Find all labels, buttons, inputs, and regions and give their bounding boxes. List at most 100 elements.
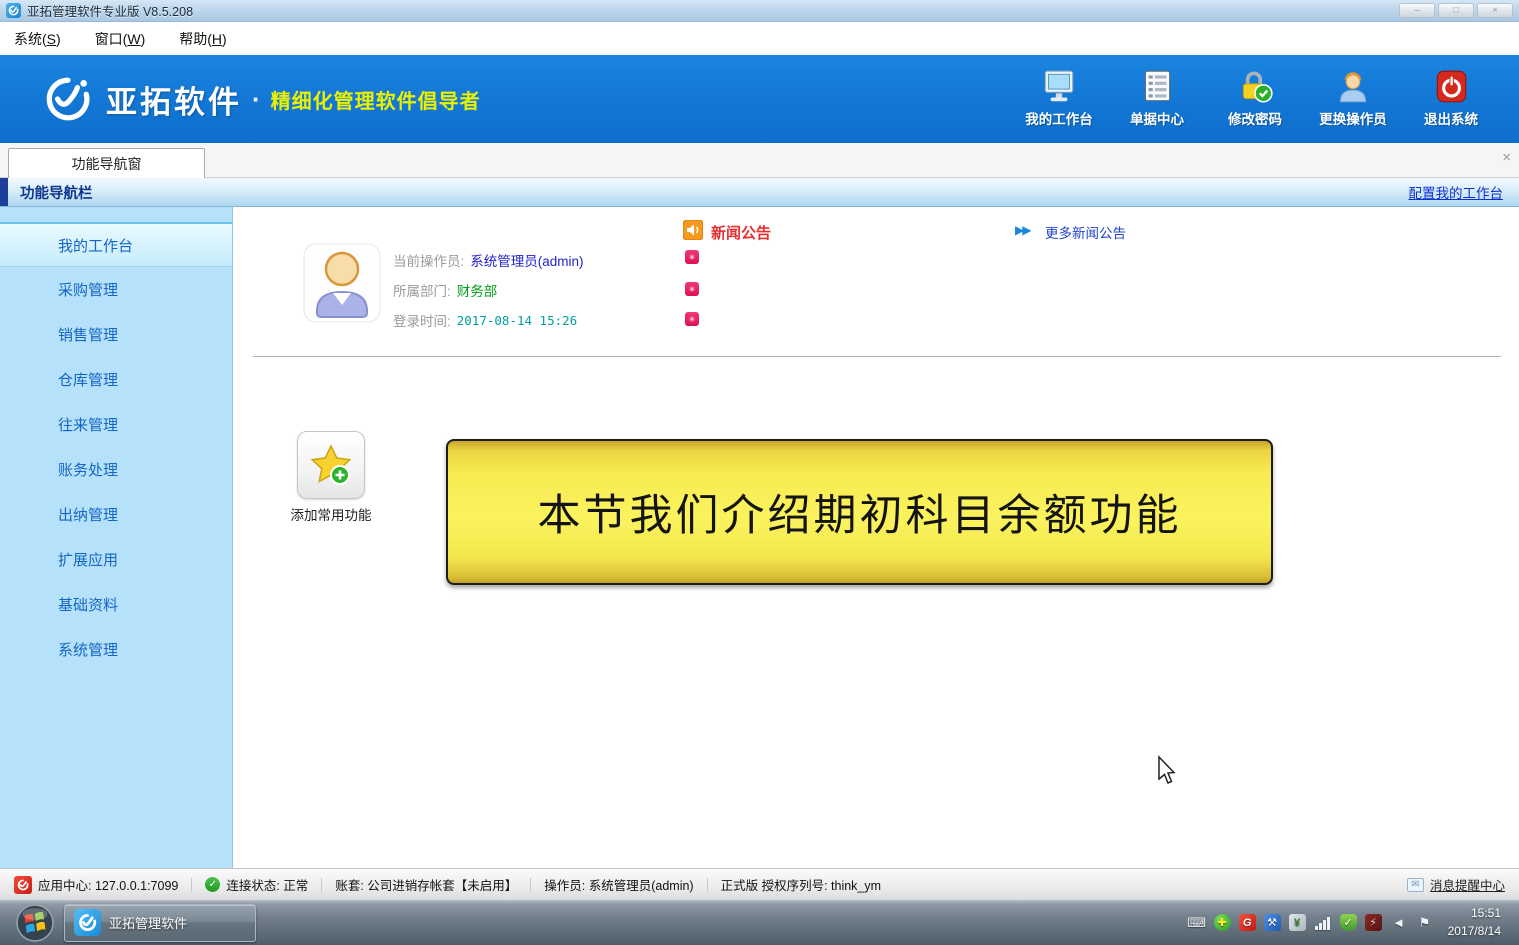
mail-icon: ✉ bbox=[1407, 878, 1424, 892]
sidebar-item-purchase[interactable]: 采购管理 bbox=[0, 267, 232, 312]
taskbar-app-label: 亚拓管理软件 bbox=[109, 913, 187, 932]
news-title: 新闻公告 bbox=[711, 222, 771, 243]
brand-block: 亚拓软件 · 精细化管理软件倡导者 bbox=[0, 75, 481, 123]
network-signal-icon[interactable] bbox=[1314, 914, 1332, 932]
menu-window[interactable]: 窗口(W) bbox=[95, 29, 146, 49]
configure-workspace-link[interactable]: 配置我的工作台 bbox=[1409, 182, 1504, 202]
sidebar-item-warehouse[interactable]: 仓库管理 bbox=[0, 357, 232, 402]
star-plus-icon bbox=[307, 441, 355, 489]
message-center-link[interactable]: 消息提醒中心 bbox=[1430, 875, 1505, 894]
tab-strip: 功能导航窗 × bbox=[0, 143, 1519, 178]
mouse-cursor bbox=[1156, 755, 1176, 785]
operator-status: 操作员: 系统管理员(admin) bbox=[544, 875, 693, 894]
add-favorite-button[interactable] bbox=[297, 431, 365, 499]
tutorial-banner: 本节我们介绍期初科目余额功能 bbox=[446, 439, 1273, 585]
login-time-value: 2017-08-14 15:26 bbox=[457, 313, 577, 328]
sidebar-item-cashier[interactable]: 出纳管理 bbox=[0, 492, 232, 537]
navigator-title: 功能导航栏 bbox=[20, 182, 93, 203]
header-toolbar: 我的工作台 单据中心 修改密码 bbox=[1017, 70, 1519, 128]
sidebar-item-sales[interactable]: 销售管理 bbox=[0, 312, 232, 357]
window-title: 亚拓管理软件专业版 V8.5.208 bbox=[27, 1, 193, 20]
sidebar-item-base-data[interactable]: 基础资料 bbox=[0, 582, 232, 627]
yatuo-tray-icon[interactable]: G bbox=[1239, 914, 1256, 931]
power-icon bbox=[1431, 70, 1471, 104]
news-item-bullet-icon: ✳ bbox=[685, 250, 699, 264]
menu-bar: 系统(S) 窗口(W) 帮助(H) bbox=[0, 22, 1519, 55]
more-news-link[interactable]: 更多新闻公告 bbox=[1045, 222, 1126, 242]
announcement-icon bbox=[683, 220, 703, 240]
department-value: 财务部 bbox=[457, 280, 498, 300]
menu-help[interactable]: 帮助(H) bbox=[179, 29, 226, 49]
double-arrow-icon: ▶▶ bbox=[1015, 223, 1029, 237]
user-avatar bbox=[303, 243, 381, 323]
money-tray-icon[interactable]: ¥ bbox=[1289, 914, 1306, 931]
application-window: 亚拓管理软件专业版 V8.5.208 – □ × 系统(S) 窗口(W) 帮助(… bbox=[0, 0, 1519, 945]
license-status: 正式版 授权序列号: think_ym bbox=[721, 875, 881, 894]
login-time-label: 登录时间: bbox=[393, 310, 451, 330]
clock-time: 15:51 bbox=[1448, 905, 1501, 922]
minimize-button[interactable]: – bbox=[1399, 3, 1435, 18]
title-bar: 亚拓管理软件专业版 V8.5.208 – □ × bbox=[0, 0, 1519, 22]
sidebar-item-contacts[interactable]: 往来管理 bbox=[0, 402, 232, 447]
tools-tray-icon[interactable]: ⚒ bbox=[1264, 914, 1281, 931]
monitor-icon bbox=[1039, 70, 1079, 104]
security-shield-icon[interactable]: ✓ bbox=[1340, 914, 1357, 931]
maximize-button[interactable]: □ bbox=[1438, 3, 1474, 18]
statusbar-separator bbox=[707, 878, 708, 892]
app-center-status: 应用中心: 127.0.0.1:7099 bbox=[38, 875, 178, 894]
operator-label: 当前操作员: bbox=[393, 250, 464, 270]
sidebar-item-my-workspace[interactable]: 我的工作台 bbox=[0, 222, 232, 267]
system-tray: ⌨ ✚ G ⚒ ¥ ✓ ⚡ ◄ ⚑ bbox=[1188, 914, 1434, 932]
antivirus-tray-icon[interactable]: ✚ bbox=[1214, 914, 1231, 931]
news-item-bullet-icon: ✳ bbox=[685, 312, 699, 326]
app-center-icon bbox=[14, 876, 32, 894]
brand-logo-icon bbox=[44, 75, 92, 123]
navigator-accent bbox=[0, 178, 8, 206]
taskbar-app-button[interactable]: 亚拓管理软件 bbox=[64, 904, 256, 942]
close-button[interactable]: × bbox=[1477, 3, 1513, 18]
news-item-bullet-icon: ✳ bbox=[685, 282, 699, 296]
department-label: 所属部门: bbox=[393, 280, 451, 300]
add-favorite-label: 添加常用功能 bbox=[261, 504, 401, 524]
sidebar: 我的工作台 采购管理 销售管理 仓库管理 往来管理 账务处理 出纳管理 扩展应用… bbox=[0, 207, 233, 868]
speaker-icon[interactable]: ◄ bbox=[1390, 914, 1408, 932]
power-plug-icon[interactable]: ⚡ bbox=[1365, 914, 1382, 931]
connection-status: 连接状态: 正常 bbox=[226, 875, 308, 894]
toolbar-switch-operator-button[interactable]: 更换操作员 bbox=[1311, 70, 1395, 128]
app-header: 亚拓软件 · 精细化管理软件倡导者 我的工作台 bbox=[0, 55, 1519, 143]
keyboard-tray-icon[interactable]: ⌨ bbox=[1188, 914, 1206, 932]
sidebar-item-system[interactable]: 系统管理 bbox=[0, 627, 232, 672]
statusbar-separator bbox=[191, 878, 192, 892]
operator-info: 当前操作员: 系统管理员(admin) 所属部门: 财务部 登录时间: 2017-08… bbox=[393, 245, 584, 335]
statusbar-separator bbox=[530, 878, 531, 892]
yatuo-app-icon bbox=[74, 909, 101, 936]
operator-person-icon bbox=[1333, 70, 1373, 104]
sidebar-item-extensions[interactable]: 扩展应用 bbox=[0, 537, 232, 582]
lock-check-icon bbox=[1235, 70, 1275, 104]
status-bar: 应用中心: 127.0.0.1:7099 ✓ 连接状态: 正常 账套: 公司进销… bbox=[0, 868, 1519, 900]
start-button[interactable] bbox=[16, 904, 54, 942]
tab-function-navigator[interactable]: 功能导航窗 bbox=[8, 148, 205, 178]
connection-ok-icon: ✓ bbox=[205, 877, 220, 892]
tutorial-banner-text: 本节我们介绍期初科目余额功能 bbox=[538, 481, 1182, 543]
brand-slogan: 精细化管理软件倡导者 bbox=[271, 85, 481, 114]
toolbar-my-workspace-button[interactable]: 我的工作台 bbox=[1017, 70, 1101, 128]
content-divider bbox=[253, 356, 1501, 357]
sidebar-item-accounting[interactable]: 账务处理 bbox=[0, 447, 232, 492]
brand-separator: · bbox=[252, 84, 261, 115]
taskbar: 亚拓管理软件 ⌨ ✚ G ⚒ ¥ ✓ ⚡ ◄ ⚑ 15:51 2017/8/14 bbox=[0, 900, 1519, 945]
navigator-bar: 功能导航栏 配置我的工作台 bbox=[0, 178, 1519, 207]
taskbar-clock[interactable]: 15:51 2017/8/14 bbox=[1448, 905, 1501, 940]
clock-date: 2017/8/14 bbox=[1448, 923, 1501, 940]
tab-close-icon[interactable]: × bbox=[1502, 149, 1511, 166]
workspace-content: 当前操作员: 系统管理员(admin) 所属部门: 财务部 登录时间: 2017-08… bbox=[233, 207, 1519, 868]
statusbar-separator bbox=[321, 878, 322, 892]
flag-icon[interactable]: ⚑ bbox=[1416, 914, 1434, 932]
toolbar-exit-system-button[interactable]: 退出系统 bbox=[1409, 70, 1493, 128]
menu-system[interactable]: 系统(S) bbox=[14, 29, 61, 49]
toolbar-change-password-button[interactable]: 修改密码 bbox=[1213, 70, 1297, 128]
toolbar-document-center-button[interactable]: 单据中心 bbox=[1115, 70, 1199, 128]
operator-value: 系统管理员(admin) bbox=[470, 250, 583, 270]
brand-name: 亚拓软件 bbox=[106, 77, 242, 122]
app-logo-icon bbox=[6, 3, 21, 18]
